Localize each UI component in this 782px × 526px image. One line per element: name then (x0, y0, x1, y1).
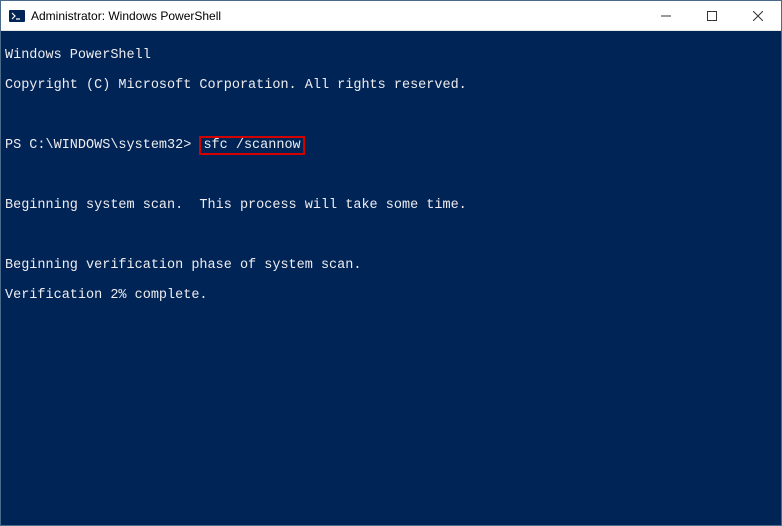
terminal-blank (5, 168, 777, 183)
close-button[interactable] (735, 1, 781, 30)
terminal-blank (5, 228, 777, 243)
terminal-line: Verification 2% complete. (5, 288, 777, 303)
terminal-line: Beginning verification phase of system s… (5, 258, 777, 273)
terminal-line: Beginning system scan. This process will… (5, 198, 777, 213)
terminal-line: Windows PowerShell (5, 48, 777, 63)
terminal-blank (5, 108, 777, 123)
titlebar: Administrator: Windows PowerShell (1, 1, 781, 31)
terminal-output[interactable]: Windows PowerShell Copyright (C) Microso… (1, 31, 781, 525)
minimize-button[interactable] (643, 1, 689, 30)
prompt-text: PS C:\WINDOWS\system32> (5, 138, 199, 153)
terminal-prompt-line: PS C:\WINDOWS\system32> sfc /scannow (5, 138, 777, 153)
maximize-button[interactable] (689, 1, 735, 30)
powershell-icon (9, 8, 25, 24)
terminal-line: Copyright (C) Microsoft Corporation. All… (5, 78, 777, 93)
command-highlight: sfc /scannow (199, 136, 304, 155)
window-title: Administrator: Windows PowerShell (31, 9, 643, 23)
window-controls (643, 1, 781, 30)
